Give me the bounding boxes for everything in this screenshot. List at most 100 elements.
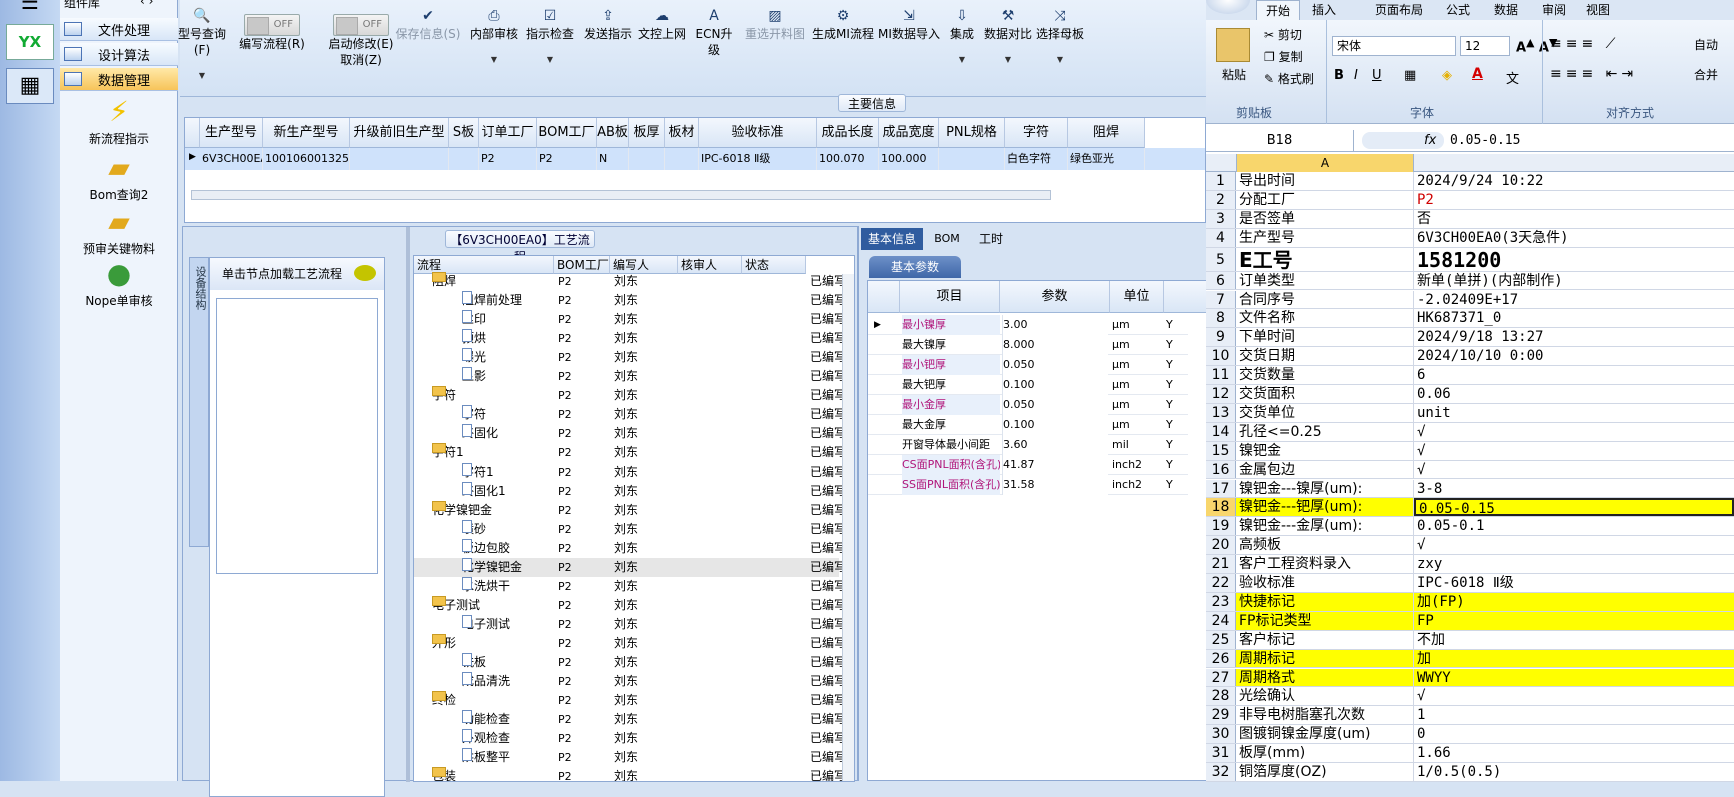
tab-bom[interactable]: BOM [927,228,967,250]
side-tab[interactable]: 设备结构 [189,257,209,547]
column-header[interactable]: 阻焊 [1068,118,1145,148]
fx-icon[interactable]: fx [1424,130,1436,151]
row-number[interactable]: 12 [1206,385,1236,403]
param-row[interactable]: 最小钯厚 0.050 μm Y [868,355,1188,375]
param-value[interactable]: 0.100 [1002,375,1108,395]
tree-row[interactable]: 铣板 P2 刘东 已编写 [414,653,846,672]
tree-row[interactable]: 丝印 P2 刘东 已编写 [414,310,846,329]
param-value[interactable]: 31.58 [1002,475,1108,495]
nav-item-nope[interactable]: ● Nope单审核 [60,258,178,309]
row-number[interactable]: 25 [1206,630,1236,649]
cell-b[interactable]: 2024/9/24 10:22 [1414,172,1734,190]
cell-a[interactable]: 镍钯金---镍厚(um): [1236,479,1414,498]
tree-node[interactable]: 烘板整平 [462,748,510,767]
row-number[interactable]: 8 [1206,309,1236,328]
cell-b[interactable]: 新单(单拼)(内部制作) [1414,272,1734,290]
cell-a[interactable]: 是否签单 [1236,209,1414,228]
row-number[interactable]: 3 [1206,209,1236,228]
sheet-row[interactable]: 30 图镀铜镍金厚度(um) 0 [1206,725,1734,745]
row-number[interactable]: 11 [1206,366,1236,384]
row-number[interactable]: 29 [1206,706,1236,725]
row-number[interactable]: 4 [1206,228,1236,247]
tree-row[interactable]: 终固化 P2 刘东 已编写 [414,424,846,443]
cell-b[interactable]: 6V3CH00EA0(3天急件) [1414,229,1734,247]
tree-node[interactable]: 化学镍钯金 [462,557,522,577]
cell-b[interactable]: 加 [1414,649,1734,668]
sheet-row[interactable]: 31 板厚(mm) 1.66 [1206,744,1734,763]
tree-node[interactable]: −阻焊 [432,272,456,291]
yx-logo-icon[interactable]: YX [6,24,54,60]
vertical-scrollbar[interactable] [842,274,854,781]
tree-node[interactable]: 显影 [462,367,486,386]
param-row[interactable]: 开窗导体最小间距 3.60 mil Y [868,435,1188,455]
column-header[interactable]: 字符 [1005,118,1068,148]
sheet-row[interactable]: 8 文件名称 HK687371_0 [1206,309,1734,329]
ribbon-button-3[interactable]: ✔ 保存信息(S) [392,8,464,42]
row-number[interactable]: 13 [1206,403,1236,422]
row-number[interactable]: 15 [1206,441,1236,460]
nav-header-file[interactable]: 文件处理 [60,18,178,41]
param-row[interactable]: ▶ 最小镍厚 3.00 μm Y [868,315,1188,335]
fill-color-icon[interactable]: ◈ [1442,68,1452,83]
row-number[interactable]: 30 [1206,725,1236,744]
column-header[interactable]: 生产型号 [200,118,263,148]
cell-a[interactable]: 周期格式 [1236,668,1414,687]
table-cell[interactable]: 6V3CH00EA0 [200,148,263,170]
param-value[interactable]: 0.100 [1002,415,1108,435]
column-header[interactable]: 成品宽度 [879,118,939,148]
ribbon-button-14[interactable]: ⤨ 选择母板 ▼ [1034,8,1086,68]
ribbon-button-13[interactable]: ⚒ 数据对比 ▼ [982,8,1034,68]
cell-a[interactable]: 光绘确认 [1236,687,1414,706]
cell-a[interactable]: 订单类型 [1236,271,1414,290]
toggle-switch[interactable]: OFF [244,14,300,36]
cell-b[interactable]: 2024/9/18 13:27 [1414,328,1734,346]
tree-node[interactable]: 预烘 [462,329,486,348]
tree-node[interactable]: −化学镍钯金 [432,500,492,520]
cell-a[interactable]: 交货单位 [1236,403,1414,422]
row-number[interactable]: 28 [1206,687,1236,706]
cell-b[interactable]: 1581200 [1414,248,1734,271]
tree-row[interactable]: −包装 P2 刘东 已编写 [414,767,846,781]
row-number[interactable]: 26 [1206,649,1236,668]
font-color-icon[interactable]: A [1472,66,1483,82]
cell-b[interactable]: 0 [1414,725,1734,743]
sheet-row[interactable]: 20 高频板 √ [1206,536,1734,556]
sheet-row[interactable]: 13 交货单位 unit [1206,403,1734,423]
tree-node[interactable]: 终固化1 [462,481,506,501]
tree-row[interactable]: 外观检查 P2 刘东 已编写 [414,729,846,748]
cell-a[interactable]: 镍钯金---钯厚(um): [1236,498,1414,517]
tab-basic-info[interactable]: 基本信息 [861,228,923,250]
sheet-row[interactable]: 6 订单类型 新单(单拼)(内部制作) [1206,271,1734,291]
vertical-align-icons[interactable]: ≡≡≡ ⟋ [1550,36,1619,52]
cell-a[interactable]: 高频板 [1236,536,1414,555]
param-row[interactable]: 最大钯厚 0.100 μm Y [868,375,1188,395]
table-cell[interactable]: 绿色亚光 [1068,148,1145,170]
cell-b[interactable]: 0.05-0.1 [1414,517,1734,535]
row-number[interactable]: 32 [1206,763,1236,781]
sheet-row[interactable]: 10 交货日期 2024/10/10 0:00 [1206,347,1734,367]
tree-row[interactable]: −阻焊 P2 刘东 已编写 [414,272,846,291]
dropdown-arrow-icon[interactable]: ▼ [522,52,578,68]
ribbon-button-9[interactable]: ▨ 重选开料图 [742,8,808,42]
tree-node[interactable]: −电子测试 [432,595,480,615]
sheet-row[interactable]: 15 镍钯金 √ [1206,441,1734,461]
param-value[interactable]: 3.60 [1002,435,1108,455]
bold-button[interactable]: B [1334,68,1344,83]
sheet-row[interactable]: 11 交货数量 6 [1206,366,1734,385]
row-number[interactable]: 16 [1206,460,1236,479]
cell-b[interactable]: √ [1414,423,1734,441]
toggle-switch[interactable]: OFF [333,14,389,36]
cell-a[interactable]: 铜箔厚度(OZ) [1236,763,1414,781]
table-cell[interactable] [449,148,479,170]
sheet-row[interactable]: 28 光绘确认 √ [1206,687,1734,707]
cell-a[interactable]: 客户工程资料录入 [1236,555,1414,573]
cell-b[interactable]: 6 [1414,366,1734,384]
table-cell[interactable]: N [597,148,629,170]
cell-b[interactable]: 1/0.5(0.5) [1414,763,1734,781]
cell-b[interactable]: √ [1414,461,1734,479]
cell-b[interactable]: 0.06 [1414,385,1734,403]
tree-node[interactable]: 成品清洗 [462,672,510,691]
cell-a[interactable]: 孔径<=0.25 [1236,422,1414,441]
table-cell[interactable] [939,148,1005,170]
table-cell[interactable]: 100.070 [817,148,879,170]
